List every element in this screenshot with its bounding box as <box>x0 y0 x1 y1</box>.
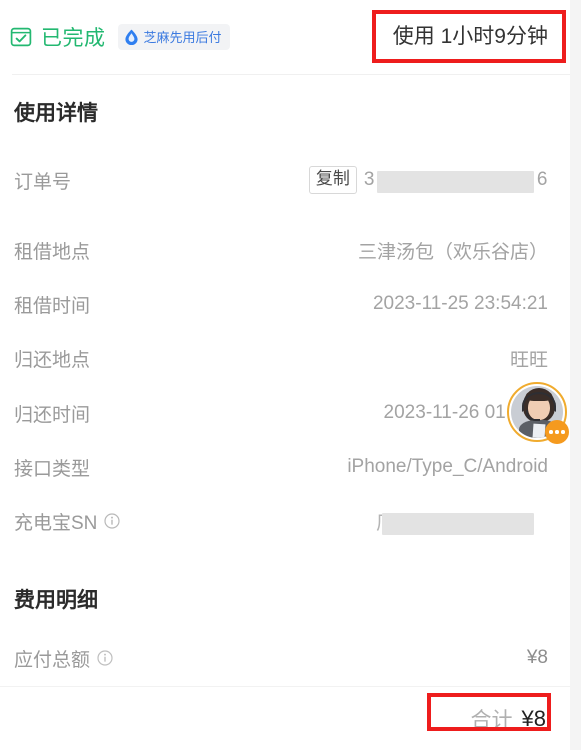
chat-dot <box>549 430 553 434</box>
headset-icon <box>522 392 556 412</box>
status-group: 已完成 <box>10 22 106 52</box>
chat-dots-icon[interactable] <box>545 420 569 444</box>
chat-dot <box>561 430 565 434</box>
chat-dot <box>555 430 559 434</box>
total-label: 合计 <box>470 709 513 732</box>
usage-duration-label: 使用 1小时9分钟 <box>392 25 548 48</box>
total-bar-divider <box>0 686 570 687</box>
total-bar: 合计 ¥8 <box>0 688 570 750</box>
usage-detail-title: 使用详情 <box>14 102 98 125</box>
customer-service-widget[interactable] <box>507 382 569 444</box>
fee-detail-title: 费用明细 <box>14 589 98 612</box>
order-status-label: 已完成 <box>41 27 106 50</box>
row-label-powerbank-sn: 充电宝SN <box>14 508 121 535</box>
info-circle-icon[interactable] <box>97 650 113 666</box>
row-total-payable: 应付总额 ¥8 <box>0 641 570 675</box>
page-right-gutter <box>570 0 581 750</box>
copy-order-number-button[interactable]: 复制 <box>308 166 357 194</box>
powerbank-sn-redaction-bar <box>381 512 534 535</box>
checkbox-check-icon <box>10 26 32 48</box>
order-status-header: 已完成 芝麻先用后付 使用 1小时9分钟 <box>0 0 570 74</box>
order-number-prefix: 3 <box>363 168 375 190</box>
row-value-interface-type: iPhone/Type_C/Android <box>347 456 548 477</box>
row-return-location: 归还地点 旺旺 <box>0 341 570 375</box>
order-detail-page: 已完成 芝麻先用后付 使用 1小时9分钟 使用详情 订单号 复制 3 6 租借地… <box>0 0 581 750</box>
row-order-number: 订单号 复制 3 6 <box>0 163 570 197</box>
row-label-total-payable-text: 应付总额 <box>14 649 91 671</box>
zhima-credit-badge[interactable]: 芝麻先用后付 <box>117 24 230 50</box>
row-label-order-number: 订单号 <box>14 171 72 193</box>
water-drop-icon <box>124 29 139 45</box>
row-label-return-time: 归还时间 <box>14 404 91 426</box>
order-number-suffix: 6 <box>536 168 548 190</box>
row-label-powerbank-sn-text: 充电宝SN <box>14 512 98 534</box>
row-value-return-location: 旺旺 <box>509 349 548 371</box>
row-interface-type: 接口类型 iPhone/Type_C/Android <box>0 450 570 484</box>
powerbank-sn-redacted: 厂 <box>376 508 548 535</box>
total-amount: ¥8 <box>521 706 546 731</box>
order-number-redacted: 3 6 <box>363 168 548 193</box>
order-number-value: 复制 3 6 <box>308 166 548 194</box>
header-divider <box>12 74 570 75</box>
row-value-rent-location: 三津汤包（欢乐谷店） <box>357 241 548 263</box>
zhima-credit-label: 芝麻先用后付 <box>143 30 222 45</box>
row-value-total-payable: ¥8 <box>526 647 548 668</box>
row-label-rent-time: 租借时间 <box>14 295 91 317</box>
info-circle-icon[interactable] <box>104 513 121 529</box>
row-label-rent-location: 租借地点 <box>14 241 91 263</box>
row-rent-location: 租借地点 三津汤包（欢乐谷店） <box>0 233 570 267</box>
order-number-redaction-bar <box>376 170 534 193</box>
row-label-interface-type: 接口类型 <box>14 458 91 480</box>
row-label-total-payable: 应付总额 <box>14 645 113 672</box>
avatar-collar <box>532 423 546 438</box>
row-powerbank-sn: 充电宝SN 厂 <box>0 504 570 538</box>
row-rent-time: 租借时间 2023-11-25 23:54:21 <box>0 287 570 321</box>
row-label-return-location: 归还地点 <box>14 349 91 371</box>
row-return-time: 归还时间 2023-11-26 01:02:4 <box>0 396 570 430</box>
row-value-rent-time: 2023-11-25 23:54:21 <box>372 293 548 314</box>
